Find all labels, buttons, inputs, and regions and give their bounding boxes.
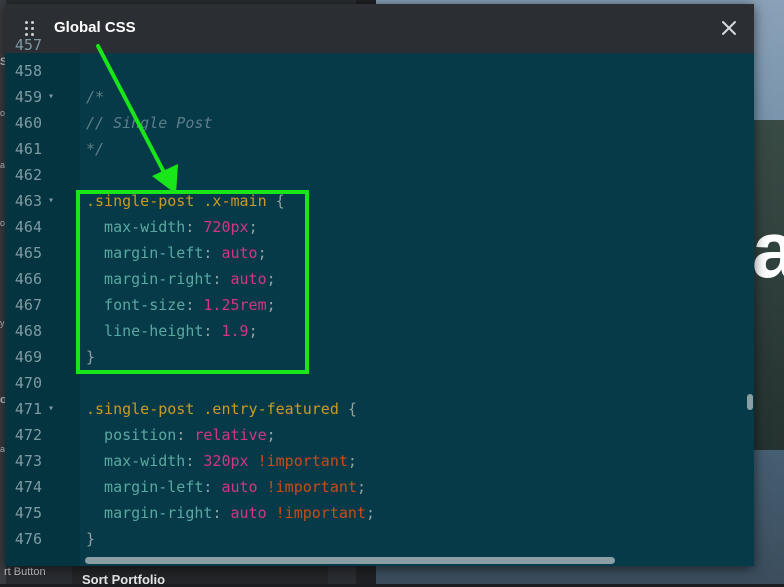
line-number: 467 [14,296,42,314]
code-line[interactable]: 461 */ [5,136,754,162]
vertical-scrollbar[interactable] [747,394,753,410]
code-line[interactable]: 458 [5,58,754,84]
bg-bottom-panel-label: Sort Portfolio [82,572,166,587]
code-line[interactable]: 472 position: relative; [5,422,754,448]
line-number: 475 [14,504,42,522]
line-number: 458 [14,62,42,80]
preview-heading-letter: a [752,205,784,294]
code-token: */ [86,140,105,158]
code-token: ; [347,452,357,470]
code-token: // Single Post [86,114,213,132]
code-token: /* [86,88,105,106]
line-number: 464 [14,218,42,236]
line-number: 469 [14,348,42,366]
line-number: 461 [14,140,42,158]
code-token: !important [275,504,366,522]
code-token: } [86,530,96,548]
line-number: 466 [14,270,42,288]
line-number: 460 [14,114,42,132]
bg-side-letter: y [0,318,5,328]
code-text[interactable]: margin-right: auto !important; [86,500,375,526]
code-line[interactable]: 460 // Single Post [5,110,754,136]
line-number: 472 [14,426,42,444]
fold-toggle-icon[interactable]: ▾ [48,84,54,110]
line-number: 463 [14,192,42,210]
code-token: margin-left [86,478,204,496]
annotation-highlight-box [76,190,309,374]
code-token: !important [266,478,357,496]
bg-button-label[interactable]: rt Button [4,566,46,578]
code-line[interactable]: 475 margin-right: auto !important; [5,500,754,526]
fold-toggle-icon[interactable]: ▾ [48,396,54,422]
code-token: : [185,452,204,470]
code-token: max-width [86,452,186,470]
line-number: 470 [14,374,42,392]
line-number: 471 [14,400,42,418]
code-token: .single-post .entry-featured [86,400,339,418]
code-token: position [86,426,177,444]
code-line[interactable]: 471 ▾ .single-post .entry-featured { [5,396,754,422]
code-token: : [176,426,195,444]
line-number: 459 [14,88,42,106]
line-number: 462 [14,166,42,184]
line-number: 457 [14,36,42,54]
code-line[interactable]: 462 [5,162,754,188]
line-number: 474 [14,478,42,496]
code-text[interactable]: /* [86,84,104,110]
line-number: 468 [14,322,42,340]
code-line[interactable]: 457 [5,32,754,58]
code-token: ; [356,478,366,496]
code-text[interactable]: // Single Post [86,110,212,136]
code-text[interactable]: */ [86,136,104,162]
code-token: : [212,504,231,522]
code-token: margin-right [86,504,213,522]
bg-bottom-panel: Sort Portfolio [72,566,328,587]
code-text[interactable]: } [86,526,95,552]
fold-toggle-icon[interactable]: ▾ [48,188,54,214]
code-text[interactable]: margin-left: auto !important; [86,474,366,500]
code-token: auto [221,478,258,496]
code-line[interactable]: 473 max-width: 320px !important; [5,448,754,474]
code-token: relative [194,426,267,444]
code-text[interactable]: max-width: 320px !important; [86,448,357,474]
code-token: ; [266,426,276,444]
code-text[interactable]: .single-post .entry-featured { [86,396,357,422]
line-number: 476 [14,530,42,548]
code-token: ; [365,504,375,522]
code-text[interactable]: position: relative; [86,422,276,448]
code-line[interactable]: 459 ▾ /* [5,84,754,110]
line-number: 473 [14,452,42,470]
line-number: 465 [14,244,42,262]
code-token: { [338,400,357,418]
code-line[interactable]: 474 margin-left: auto !important; [5,474,754,500]
code-token: : [203,478,222,496]
code-line[interactable]: 476} [5,526,754,552]
horizontal-scrollbar[interactable] [85,557,615,564]
code-token: 320px [203,452,249,470]
code-token: !important [257,452,348,470]
code-token: auto [230,504,267,522]
